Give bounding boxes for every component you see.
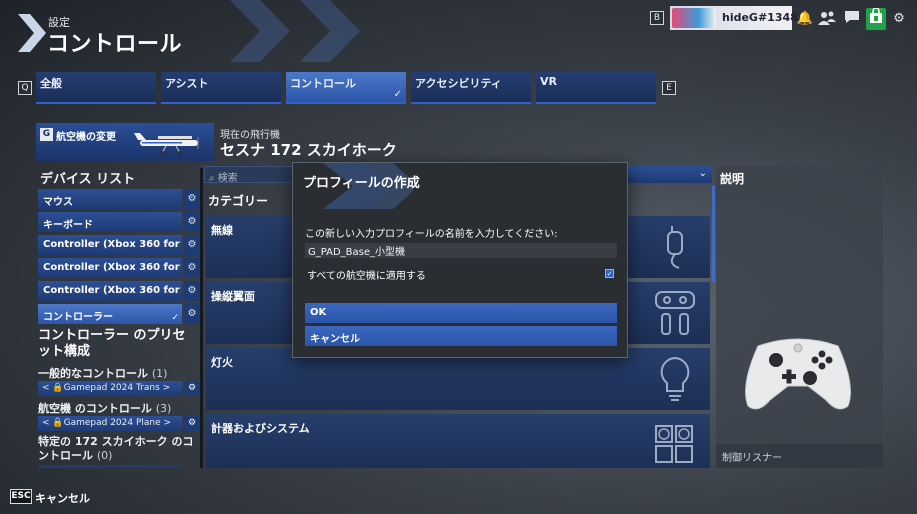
tab-label: アクセシビリティ xyxy=(415,77,502,90)
gear-icon[interactable]: ⚙ xyxy=(184,258,200,278)
preset-group-aircraft: 航空機 のコントロール (3) xyxy=(38,400,171,416)
aircraft-thumbnail xyxy=(134,133,199,155)
esc-key-hint: ESC xyxy=(10,489,32,504)
preset-group-label: 特定の 172 スカイホーク のコントロール xyxy=(38,435,194,462)
device-item-gamepad[interactable]: コントローラー ✓ xyxy=(38,304,182,324)
apply-all-label: すべての航空機に適用する xyxy=(307,271,426,282)
gear-icon[interactable]: ⚙ xyxy=(890,10,908,28)
gear-icon[interactable]: ⚙ xyxy=(184,235,200,255)
q-key-hint: Q xyxy=(18,81,32,95)
preset-selector[interactable]: < 🔒Gamepad 2024 Plane > xyxy=(38,416,182,431)
device-item-mouse[interactable]: マウス xyxy=(38,189,182,209)
preset-group-specific: 特定の 172 スカイホーク のコントロール (0) xyxy=(38,435,198,463)
change-aircraft-button[interactable]: G 航空機の変更 xyxy=(36,123,214,161)
xbox-controller-image xyxy=(745,338,851,410)
dialog-prompt: この新しい入力プロフィールの名前を入力してください: xyxy=(305,229,558,240)
cancel-button[interactable]: キャンセル xyxy=(305,326,617,346)
light-bulb-icon xyxy=(660,356,690,401)
device-list-title: デバイス リスト xyxy=(40,172,136,187)
chat-icon[interactable] xyxy=(843,10,861,28)
page-title: コントロール xyxy=(47,32,183,57)
checkmark-icon: ✓ xyxy=(393,89,402,100)
device-list-scrollbar[interactable] xyxy=(200,168,203,468)
g-key-hint: G xyxy=(40,128,53,141)
tab-general[interactable]: 全般 xyxy=(36,72,156,104)
device-item-controller[interactable]: Controller (Xbox 360 for Wi xyxy=(38,258,182,278)
e-key-hint: E xyxy=(662,81,676,95)
tab-label: VR xyxy=(540,75,557,88)
category-title: カテゴリー xyxy=(208,194,269,208)
device-item-controller[interactable]: Controller (Xbox 360 for Wi xyxy=(38,281,182,301)
category-scrollbar[interactable] xyxy=(712,186,715,282)
dialog-title: プロフィールの作成 xyxy=(303,176,420,191)
device-item-keyboard[interactable]: キーボード xyxy=(38,212,182,232)
gear-icon[interactable]: ⚙ xyxy=(184,212,200,232)
tab-label: アシスト xyxy=(165,77,209,90)
friends-icon[interactable] xyxy=(818,10,836,28)
device-item-controller[interactable]: Controller (Xbox 360 for Wi xyxy=(38,235,182,255)
footer-cancel-button[interactable]: キャンセル xyxy=(35,490,90,506)
tab-label: コントロール xyxy=(290,77,356,90)
preset-group-general: 一般的なコントロール (1) xyxy=(38,365,167,381)
yoke-pedals-icon xyxy=(655,291,695,335)
ok-button[interactable]: OK xyxy=(305,303,617,323)
b-key-hint: B xyxy=(650,11,664,25)
preset-group-count: (3) xyxy=(155,402,172,415)
gear-icon[interactable]: ⚙ xyxy=(184,304,200,324)
description-panel: 説明 制御リスナー xyxy=(716,166,883,468)
gear-icon[interactable]: ⚙ xyxy=(184,189,200,209)
user-profile-card[interactable]: hideG#1348 xyxy=(670,6,798,30)
category-label: 操縦翼面 xyxy=(211,290,255,303)
gear-icon[interactable]: ⚙ xyxy=(184,281,200,301)
preset-selector[interactable]: < 🔒Gamepad 2024 Trans > xyxy=(38,381,182,396)
category-label: 灯火 xyxy=(211,356,233,369)
apply-all-checkbox[interactable]: ✓ xyxy=(605,269,614,278)
avatar xyxy=(672,8,716,28)
preset-group-label: 一般的なコントロール xyxy=(38,367,148,380)
preset-group-count: (1) xyxy=(151,367,168,380)
tab-accessibility[interactable]: アクセシビリティ xyxy=(411,72,531,104)
gear-icon[interactable]: ⚙ xyxy=(184,381,200,396)
username: hideG#1348 xyxy=(722,11,798,24)
preset-group-label: 航空機 のコントロール xyxy=(38,402,152,415)
profile-name-input[interactable] xyxy=(305,243,617,258)
notification-bell-icon[interactable]: 🔔 xyxy=(796,10,814,28)
category-label: 計器およびシステム xyxy=(211,422,310,435)
preset-section-title: コントローラー のプリセット構成 xyxy=(38,328,186,359)
checkmark-icon: ✓ xyxy=(171,313,179,323)
category-instruments-systems[interactable]: 計器およびシステム xyxy=(206,414,710,468)
search-placeholder: 検索 xyxy=(217,173,238,184)
tab-assist[interactable]: アシスト xyxy=(161,72,281,104)
gear-icon[interactable]: ⚙ xyxy=(184,416,200,431)
chevron-down-icon: ⌄ xyxy=(698,168,707,179)
current-aircraft-name: セスナ 172 スカイホーク xyxy=(220,141,397,159)
device-label: コントローラー xyxy=(43,312,113,323)
category-label: 無線 xyxy=(211,224,233,237)
instruments-icon xyxy=(655,425,693,463)
change-aircraft-label: 航空機の変更 xyxy=(56,132,116,143)
preset-selector-partial[interactable] xyxy=(38,465,182,468)
decorative-chevron xyxy=(230,0,290,62)
decorative-chevron xyxy=(300,0,360,62)
search-input[interactable]: ⌕ 検索 xyxy=(204,166,294,184)
store-icon[interactable] xyxy=(866,7,886,30)
tab-controls[interactable]: コントロール ✓ xyxy=(286,72,406,104)
description-title: 説明 xyxy=(720,172,745,186)
create-profile-dialog: プロフィールの作成 この新しい入力プロフィールの名前を入力してください: すべて… xyxy=(292,162,628,358)
control-listener-button[interactable]: 制御リスナー xyxy=(716,444,883,468)
filter-dropdown[interactable]: ⌄ xyxy=(626,166,712,183)
settings-chevron-logo xyxy=(18,14,46,52)
tab-label: 全般 xyxy=(40,77,62,90)
preset-group-count: (0) xyxy=(96,449,113,462)
radio-mic-icon xyxy=(667,226,683,269)
tab-vr[interactable]: VR xyxy=(536,72,656,104)
